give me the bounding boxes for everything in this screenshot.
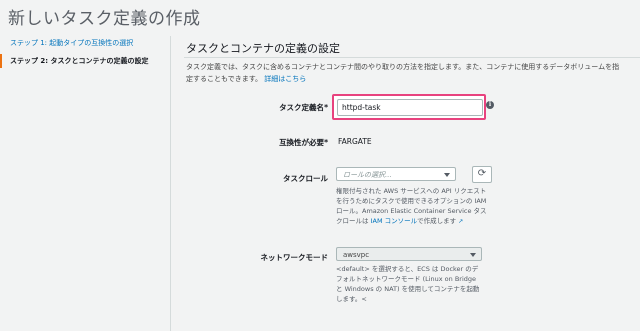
network-mode-label: ネットワークモード [260, 253, 329, 262]
section-divider [184, 57, 640, 58]
iam-console-link[interactable]: IAM コンソール [371, 217, 418, 225]
chevron-down-icon [444, 173, 450, 177]
wizard-steps: ステップ 1: 起動タイプの互換性の選択 ステップ 2: タスクとコンテナの定義… [0, 36, 168, 68]
learn-more-link[interactable]: 詳細はこちら [264, 75, 306, 83]
task-role-help: 権限付与された AWS サービスへの API リクエストを行うためにタスクで使用… [336, 186, 488, 227]
refresh-icon: ⟳ [477, 168, 487, 179]
compatibility-label: 互換性が必要* [178, 137, 328, 148]
section-description: タスク定義では、タスクに含めるコンテナとコンテナ間のやり取りの方法を指定します。… [186, 61, 626, 85]
step-2-current: ステップ 2: タスクとコンテナの定義の設定 [0, 54, 168, 68]
description-text: タスク定義では、タスクに含めるコンテナとコンテナ間のやり取りの方法を指定します。… [186, 63, 620, 83]
page-title: 新しいタスク定義の作成 [8, 9, 201, 29]
compatibility-value: FARGATE [338, 137, 372, 146]
task-role-select[interactable]: ロールの選択... [336, 167, 456, 181]
chevron-down-icon [470, 253, 476, 257]
task-name-highlight [332, 94, 486, 120]
section-title: タスクとコンテナの定義の設定 [186, 42, 340, 55]
step-1-link[interactable]: ステップ 1: 起動タイプの互換性の選択 [0, 36, 168, 50]
task-name-input[interactable] [337, 99, 483, 116]
network-mode-select[interactable]: awsvpc [336, 247, 482, 261]
external-link-icon: ↗ [458, 218, 464, 225]
task-role-label: タスクロール [283, 174, 328, 183]
refresh-button[interactable]: ⟳ [472, 166, 492, 183]
required-mark: * [324, 138, 328, 147]
info-icon[interactable]: i [486, 101, 494, 109]
compatibility-label-text: 互換性が必要 [279, 138, 325, 147]
task-role-help-suffix: で作成します [417, 217, 457, 225]
task-name-label: タスク定義名* [178, 102, 328, 113]
task-role-placeholder: ロールの選択... [343, 171, 392, 179]
network-mode-help: <default> を選択すると、ECS は Docker のデフォルトネットワ… [336, 265, 480, 303]
required-mark: * [324, 103, 328, 112]
panel-divider [170, 36, 171, 331]
task-name-label-text: タスク定義名 [279, 103, 325, 112]
network-mode-value: awsvpc [343, 251, 370, 259]
